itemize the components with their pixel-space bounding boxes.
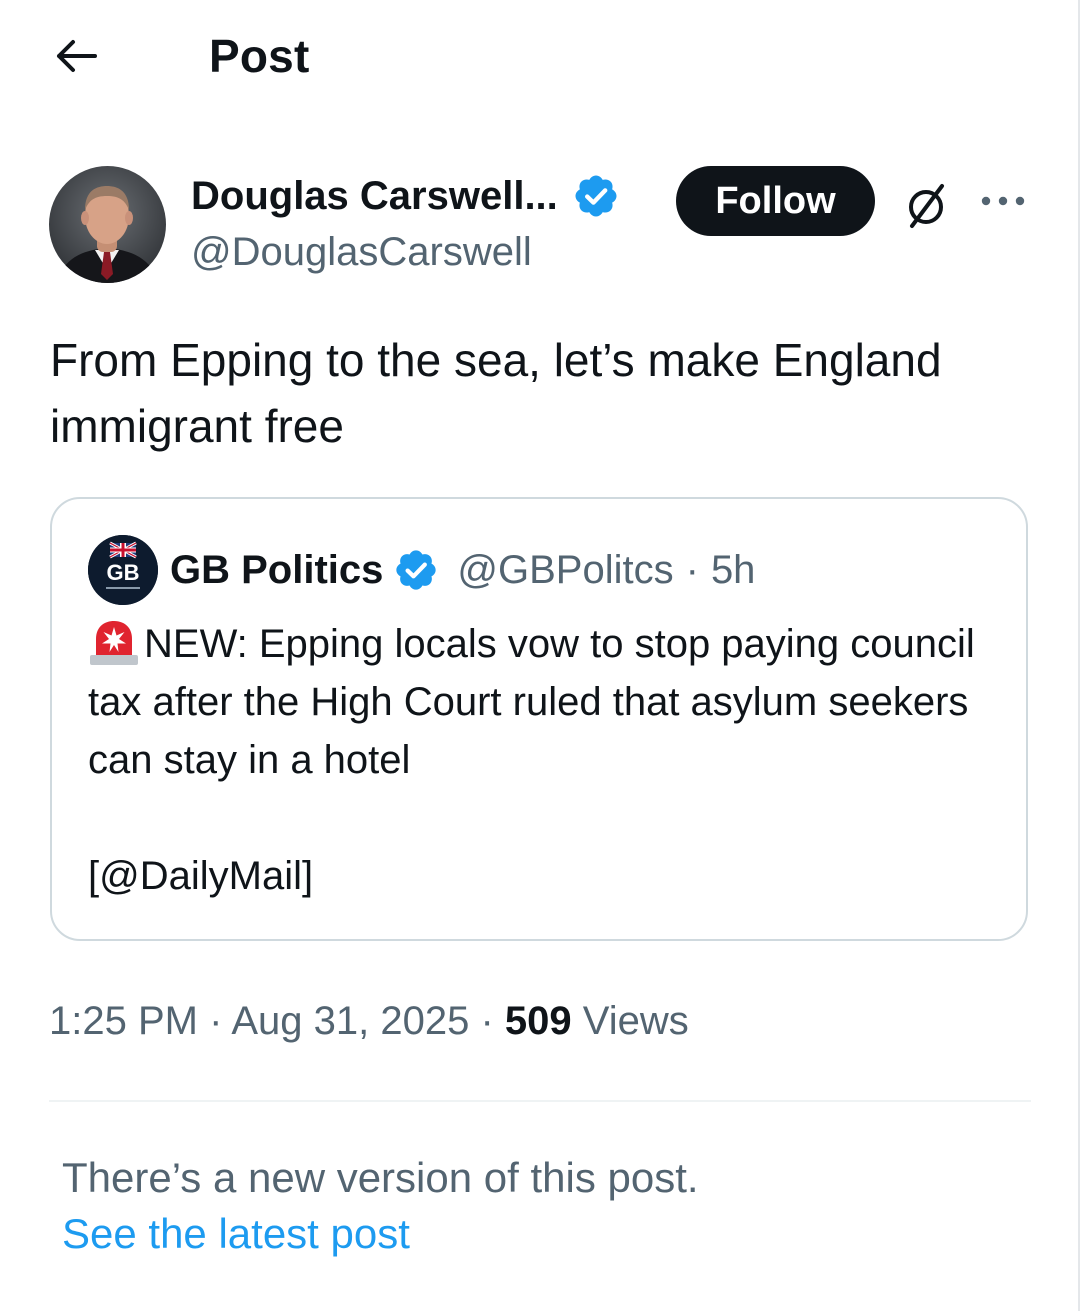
- author-photo: [49, 166, 166, 283]
- meta-separator: ·: [480, 999, 494, 1043]
- quoted-author-handle: @GBPolitcs: [457, 548, 674, 592]
- post-meta: 1:25 PM · Aug 31, 2025 · 509 Views: [49, 994, 689, 1048]
- follow-button[interactable]: Follow: [676, 166, 875, 236]
- author-handle[interactable]: @DouglasCarswell: [191, 226, 532, 278]
- quoted-header-separator: ·: [685, 548, 699, 592]
- author-name-row: Douglas Carswell...: [191, 170, 620, 222]
- post-text: From Epping to the sea, let’s make Engla…: [50, 334, 942, 452]
- gb-politics-logo: GB: [88, 535, 158, 605]
- quoted-author-avatar[interactable]: GB: [88, 535, 158, 605]
- post-date[interactable]: Aug 31, 2025: [231, 999, 469, 1043]
- quoted-post-card[interactable]: GB GB Politics @GBPolitcs · 5h NEW: Eppi…: [50, 497, 1028, 941]
- quoted-post-source: [@DailyMail]: [88, 854, 314, 898]
- police-siren-icon: [88, 615, 140, 667]
- post-time[interactable]: 1:25 PM: [49, 999, 198, 1043]
- grok-button[interactable]: [897, 178, 955, 234]
- quoted-author-name: GB Politics: [170, 548, 384, 592]
- author-avatar[interactable]: [49, 166, 166, 283]
- page-title: Post: [209, 30, 310, 82]
- top-bar: Post: [0, 0, 1080, 112]
- back-button[interactable]: [44, 26, 106, 86]
- quoted-post-time: 5h: [710, 548, 756, 592]
- verified-badge-icon: [393, 547, 439, 593]
- arrow-left-icon: [57, 40, 97, 72]
- svg-text:GB: GB: [107, 560, 140, 585]
- quoted-post-text: NEW: Epping locals vow to stop paying co…: [88, 615, 988, 789]
- quoted-post-body: NEW: Epping locals vow to stop paying co…: [88, 622, 975, 782]
- slashed-circle-icon: [909, 184, 944, 228]
- meta-separator: ·: [209, 999, 223, 1043]
- more-horizontal-icon: [981, 196, 1025, 206]
- author-name[interactable]: Douglas Carswell...: [191, 171, 558, 221]
- verified-badge-icon[interactable]: [572, 172, 620, 220]
- views-label: Views: [582, 999, 689, 1043]
- more-options-button[interactable]: [975, 178, 1031, 224]
- see-latest-post-link[interactable]: See the latest post: [62, 1206, 410, 1262]
- new-version-notice: There’s a new version of this post.: [62, 1154, 699, 1201]
- divider: [49, 1100, 1031, 1102]
- quoted-post-header: GB Politics @GBPolitcs · 5h: [170, 539, 755, 601]
- views-count: 509: [504, 999, 572, 1043]
